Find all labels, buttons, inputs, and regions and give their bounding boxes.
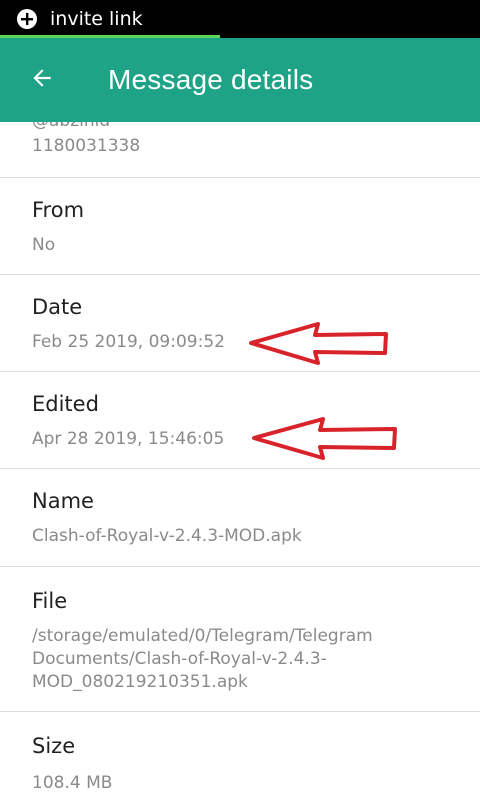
detail-row-file[interactable]: File /storage/emulated/0/Telegram/Telegr…: [0, 567, 480, 712]
detail-value: Clash-of-Royal-v-2.4.3-MOD.apk: [32, 526, 302, 546]
plus-circle-icon: [16, 8, 38, 30]
status-bar: invite link: [0, 0, 480, 38]
detail-label: Edited: [32, 392, 99, 416]
user-id-text: 1180031338: [32, 136, 141, 156]
detail-label: Date: [32, 295, 83, 319]
page-title: Message details: [108, 64, 314, 95]
list-item-partial[interactable]: @abzinid 1180031338: [0, 122, 480, 178]
detail-value: 108.4 MB: [32, 773, 113, 793]
detail-row-date[interactable]: Date Feb 25 2019, 09:09:52: [0, 275, 480, 372]
message-details-list[interactable]: @abzinid 1180031338 From No Date Feb 25 …: [0, 122, 480, 800]
detail-row-from[interactable]: From No: [0, 178, 480, 275]
detail-label: From: [32, 198, 85, 222]
arrow-back-icon: [29, 65, 55, 95]
left-arrow-outline-icon: [252, 417, 397, 460]
detail-row-size[interactable]: Size 108.4 MB: [0, 712, 480, 800]
left-arrow-outline-icon: [249, 322, 388, 365]
notification-text[interactable]: invite link: [50, 8, 143, 30]
detail-row-edited[interactable]: Edited Apr 28 2019, 15:46:05: [0, 372, 480, 469]
detail-label: File: [32, 589, 68, 613]
detail-row-name[interactable]: Name Clash-of-Royal-v-2.4.3-MOD.apk: [0, 469, 480, 567]
app-bar: Message details: [0, 38, 480, 122]
detail-label: Name: [32, 489, 94, 513]
detail-label: Size: [32, 734, 76, 758]
back-button[interactable]: [0, 38, 84, 122]
detail-value: No: [32, 235, 56, 255]
username-text: @abzinid: [32, 122, 110, 131]
detail-value: /storage/emulated/0/Telegram/Telegram Do…: [32, 626, 373, 692]
